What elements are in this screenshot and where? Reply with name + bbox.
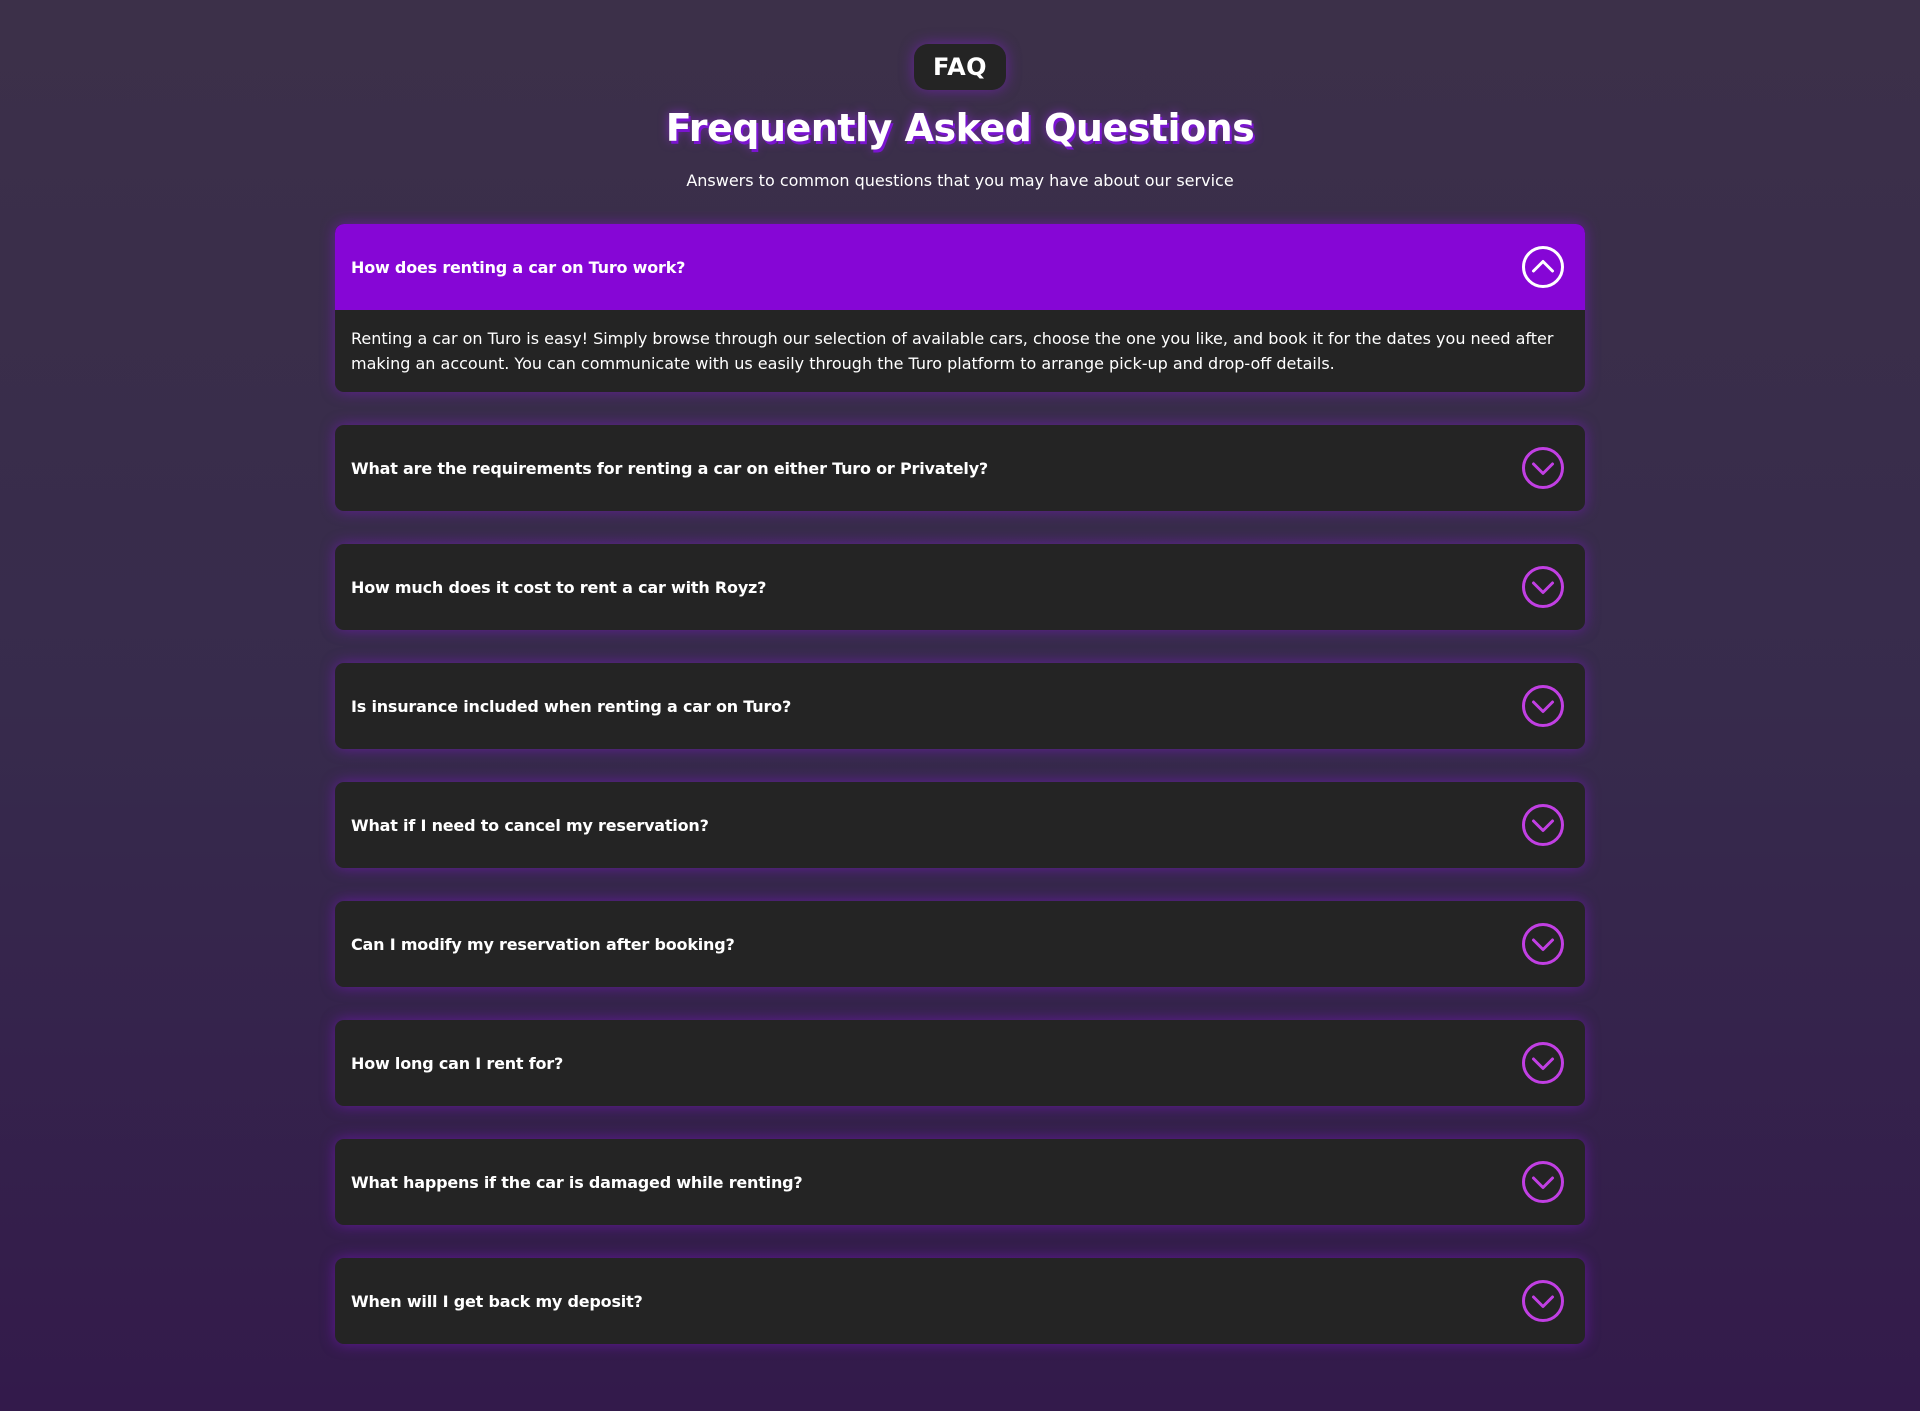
faq-item: How does renting a car on Turo work? Ren… (335, 224, 1585, 392)
faq-item: What if I need to cancel my reservation? (335, 782, 1585, 868)
faq-question-toggle[interactable]: What are the requirements for renting a … (335, 425, 1585, 511)
faq-badge: FAQ (913, 44, 1007, 90)
faq-item: When will I get back my deposit? (335, 1258, 1585, 1344)
faq-answer: Renting a car on Turo is easy! Simply br… (351, 329, 1554, 373)
faq-item: What are the requirements for renting a … (335, 425, 1585, 511)
faq-question-toggle[interactable]: How much does it cost to rent a car with… (335, 544, 1585, 630)
faq-question: How does renting a car on Turo work? (351, 257, 686, 277)
faq-question-toggle[interactable]: What if I need to cancel my reservation? (335, 782, 1585, 868)
faq-question-toggle[interactable]: How long can I rent for? (335, 1020, 1585, 1106)
page-title: Frequently Asked Questions (665, 106, 1255, 150)
faq-question-toggle[interactable]: Can I modify my reservation after bookin… (335, 901, 1585, 987)
faq-item: How long can I rent for? (335, 1020, 1585, 1106)
chevron-down-circle-icon[interactable] (1521, 684, 1565, 728)
faq-item: What happens if the car is damaged while… (335, 1139, 1585, 1225)
faq-question: Is insurance included when renting a car… (351, 696, 792, 716)
faq-section: FAQ Frequently Asked Questions Answers t… (335, 0, 1585, 1377)
faq-question-toggle[interactable]: When will I get back my deposit? (335, 1258, 1585, 1344)
chevron-down-circle-icon[interactable] (1521, 922, 1565, 966)
faq-list: How does renting a car on Turo work? Ren… (335, 224, 1585, 1344)
chevron-down-circle-icon[interactable] (1521, 565, 1565, 609)
faq-question-toggle[interactable]: What happens if the car is damaged while… (335, 1139, 1585, 1225)
faq-item: Can I modify my reservation after bookin… (335, 901, 1585, 987)
chevron-up-circle-icon[interactable] (1521, 245, 1565, 289)
page-subtitle: Answers to common questions that you may… (686, 171, 1234, 190)
faq-question: What if I need to cancel my reservation? (351, 815, 709, 835)
faq-question: How much does it cost to rent a car with… (351, 577, 767, 597)
faq-question: Can I modify my reservation after bookin… (351, 934, 735, 954)
chevron-down-circle-icon[interactable] (1521, 1041, 1565, 1085)
faq-question: What happens if the car is damaged while… (351, 1172, 803, 1192)
chevron-down-circle-icon[interactable] (1521, 446, 1565, 490)
chevron-down-circle-icon[interactable] (1521, 1279, 1565, 1323)
faq-question: What are the requirements for renting a … (351, 458, 989, 478)
faq-question: How long can I rent for? (351, 1053, 564, 1073)
chevron-down-circle-icon[interactable] (1521, 803, 1565, 847)
faq-question-toggle[interactable]: Is insurance included when renting a car… (335, 663, 1585, 749)
faq-question: When will I get back my deposit? (351, 1291, 643, 1311)
faq-question-toggle[interactable]: How does renting a car on Turo work? (335, 224, 1585, 310)
faq-item: Is insurance included when renting a car… (335, 663, 1585, 749)
faq-item: How much does it cost to rent a car with… (335, 544, 1585, 630)
badge-row: FAQ (335, 0, 1585, 90)
chevron-down-circle-icon[interactable] (1521, 1160, 1565, 1204)
